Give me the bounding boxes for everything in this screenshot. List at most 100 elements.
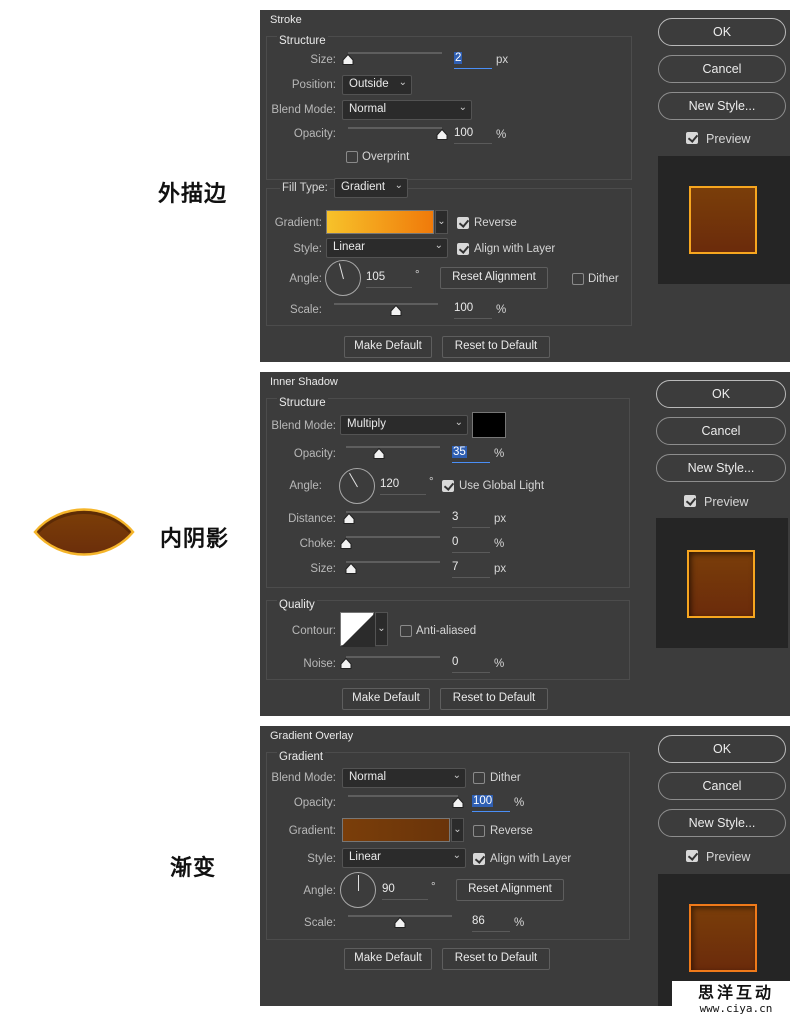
use-global-light-label: Use Global Light bbox=[459, 480, 545, 492]
shadow-color-swatch[interactable] bbox=[472, 412, 506, 438]
sample-shape-image bbox=[32, 504, 136, 560]
gradient-overlay-annotation: 渐变 bbox=[170, 855, 217, 881]
angle-input[interactable]: 105 bbox=[366, 270, 412, 288]
angle-input[interactable]: 120 bbox=[380, 477, 426, 495]
align-with-layer-checkbox[interactable] bbox=[473, 853, 485, 865]
align-with-layer-checkbox[interactable] bbox=[457, 243, 469, 255]
group-title: Quality bbox=[277, 599, 317, 611]
ok-button[interactable]: OK bbox=[658, 735, 786, 763]
dither-checkbox[interactable] bbox=[473, 772, 485, 784]
contour-picker[interactable] bbox=[340, 612, 375, 647]
size-label: Size: bbox=[310, 54, 336, 66]
noise-input[interactable]: 0 bbox=[452, 655, 490, 673]
reset-to-default-button[interactable]: Reset to Default bbox=[440, 688, 548, 710]
gradient-dropdown-chevron[interactable]: ⌄ bbox=[451, 818, 464, 842]
distance-slider[interactable] bbox=[346, 511, 440, 513]
reset-to-default-button[interactable]: Reset to Default bbox=[442, 336, 550, 358]
gradient-dropdown-chevron[interactable]: ⌄ bbox=[435, 210, 448, 234]
make-default-button[interactable]: Make Default bbox=[344, 336, 432, 358]
angle-label: Angle: bbox=[289, 273, 322, 285]
inner-shadow-dialog: Inner Shadow Structure Blend Mode: Multi… bbox=[260, 372, 790, 716]
scale-label: Scale: bbox=[290, 304, 322, 316]
chevron-down-icon: ⌄ bbox=[452, 770, 461, 781]
make-default-button[interactable]: Make Default bbox=[344, 948, 432, 970]
watermark-title: 思洋互动 bbox=[697, 983, 774, 1002]
angle-dial[interactable] bbox=[339, 468, 375, 504]
dialog-title: Stroke bbox=[270, 14, 302, 26]
gradient-swatch[interactable] bbox=[342, 818, 450, 842]
reverse-checkbox[interactable] bbox=[473, 825, 485, 837]
make-default-button[interactable]: Make Default bbox=[342, 688, 430, 710]
opacity-slider-thumb[interactable] bbox=[452, 797, 464, 808]
preview-square bbox=[689, 904, 757, 972]
preview-thumbnail bbox=[658, 156, 790, 284]
reset-alignment-button[interactable]: Reset Alignment bbox=[440, 267, 548, 289]
size-input[interactable]: 7 bbox=[452, 560, 490, 578]
scale-slider-thumb[interactable] bbox=[390, 305, 402, 316]
cancel-button[interactable]: Cancel bbox=[658, 55, 786, 83]
choke-slider-thumb[interactable] bbox=[340, 538, 352, 549]
gradient-label: Gradient: bbox=[288, 825, 336, 837]
angle-dial-hand bbox=[338, 263, 344, 280]
contour-dropdown-chevron[interactable]: ⌄ bbox=[375, 612, 388, 646]
overprint-checkbox[interactable] bbox=[346, 151, 358, 163]
scale-slider-thumb[interactable] bbox=[394, 917, 406, 928]
opacity-input[interactable]: 100 bbox=[454, 126, 492, 144]
preview-checkbox[interactable] bbox=[684, 495, 696, 507]
style-select[interactable]: Linear ⌄ bbox=[326, 238, 448, 258]
opacity-slider[interactable] bbox=[348, 127, 442, 129]
distance-input[interactable]: 3 bbox=[452, 510, 490, 528]
opacity-slider[interactable] bbox=[346, 446, 440, 448]
blend-mode-select[interactable]: Normal ⌄ bbox=[342, 768, 466, 788]
scale-slider[interactable] bbox=[334, 303, 438, 305]
preview-checkbox[interactable] bbox=[686, 132, 698, 144]
noise-slider-thumb[interactable] bbox=[340, 658, 352, 669]
choke-input[interactable]: 0 bbox=[452, 535, 490, 553]
noise-slider[interactable] bbox=[346, 656, 440, 658]
scale-input[interactable]: 86 bbox=[472, 914, 510, 932]
choke-slider[interactable] bbox=[346, 536, 440, 538]
ok-button[interactable]: OK bbox=[656, 380, 786, 408]
dither-checkbox[interactable] bbox=[572, 273, 584, 285]
angle-input[interactable]: 90 bbox=[382, 882, 428, 900]
opacity-input[interactable]: 100 bbox=[472, 794, 510, 812]
dialog-title: Gradient Overlay bbox=[270, 730, 354, 742]
size-slider[interactable] bbox=[348, 52, 442, 54]
reverse-checkbox[interactable] bbox=[457, 217, 469, 229]
anti-aliased-checkbox[interactable] bbox=[400, 625, 412, 637]
reset-alignment-button[interactable]: Reset Alignment bbox=[456, 879, 564, 901]
blend-mode-select[interactable]: Normal ⌄ bbox=[342, 100, 472, 120]
style-label: Style: bbox=[293, 243, 322, 255]
opacity-input[interactable]: 35 bbox=[452, 445, 490, 463]
cancel-button[interactable]: Cancel bbox=[658, 772, 786, 800]
opacity-slider-thumb[interactable] bbox=[436, 129, 448, 140]
reset-to-default-button[interactable]: Reset to Default bbox=[442, 948, 550, 970]
preview-checkbox[interactable] bbox=[686, 850, 698, 862]
new-style-button[interactable]: New Style... bbox=[658, 809, 786, 837]
opacity-slider-thumb[interactable] bbox=[373, 448, 385, 459]
angle-dial[interactable] bbox=[340, 872, 376, 908]
new-style-button[interactable]: New Style... bbox=[656, 454, 786, 482]
angle-dial[interactable] bbox=[325, 260, 361, 296]
blend-mode-select[interactable]: Multiply ⌄ bbox=[340, 415, 468, 435]
gradient-swatch[interactable] bbox=[326, 210, 434, 234]
style-select[interactable]: Linear ⌄ bbox=[342, 848, 466, 868]
chevron-down-icon: ⌄ bbox=[458, 102, 467, 113]
cancel-button[interactable]: Cancel bbox=[656, 417, 786, 445]
scale-input[interactable]: 100 bbox=[454, 301, 492, 319]
use-global-light-checkbox[interactable] bbox=[442, 480, 454, 492]
size-input[interactable]: 2 bbox=[454, 51, 492, 69]
opacity-slider[interactable] bbox=[348, 795, 458, 797]
dither-label: Dither bbox=[490, 772, 521, 784]
ok-button[interactable]: OK bbox=[658, 18, 786, 46]
size-slider[interactable] bbox=[346, 561, 440, 563]
distance-slider-thumb[interactable] bbox=[343, 513, 355, 524]
size-slider-thumb[interactable] bbox=[342, 54, 354, 65]
preview-label: Preview bbox=[704, 495, 749, 509]
new-style-button[interactable]: New Style... bbox=[658, 92, 786, 120]
stroke-annotation: 外描边 bbox=[158, 181, 228, 207]
opacity-label: Opacity: bbox=[293, 797, 336, 809]
size-slider-thumb[interactable] bbox=[345, 563, 357, 574]
fill-type-select[interactable]: Gradient ⌄ bbox=[334, 178, 408, 198]
position-select[interactable]: Outside ⌄ bbox=[342, 75, 412, 95]
